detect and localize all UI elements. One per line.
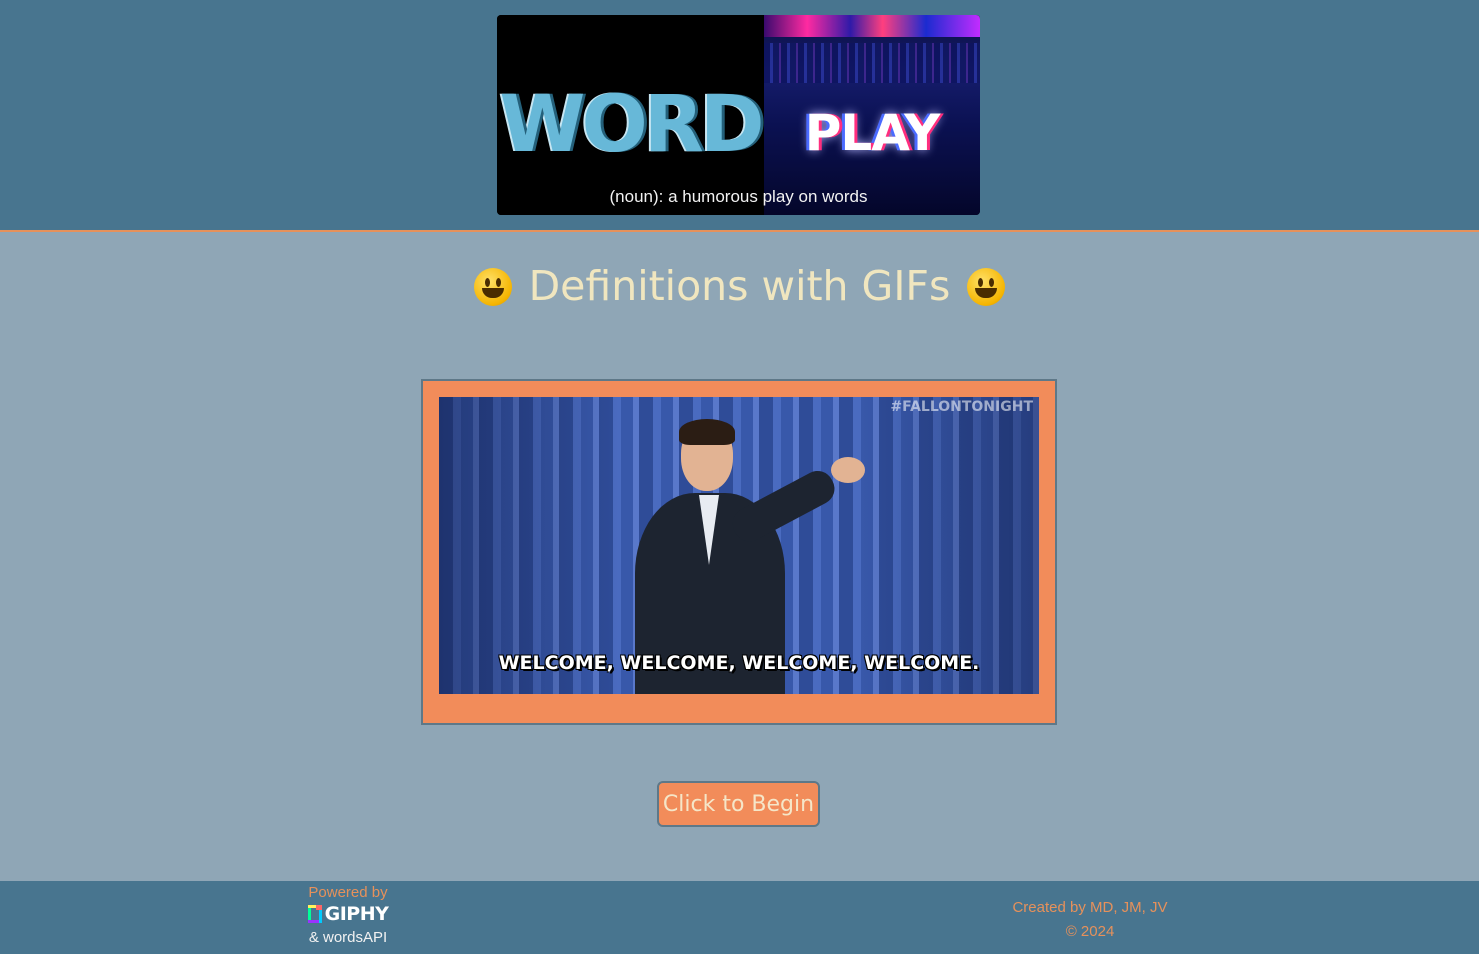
gif-frame: #FALLONTONIGHT WELCOME, WELCOME, WELCOME…	[421, 379, 1057, 725]
banner-definition: (noun): a humorous play on words	[609, 187, 868, 206]
page-title: Definitions with GIFs	[0, 262, 1479, 310]
word-panel: WORD	[497, 15, 765, 215]
play-panel: PLAY	[764, 15, 980, 215]
copyright-text: © 2024	[1065, 923, 1115, 940]
site-header: WORD PLAY (noun): a humorous play on wor…	[0, 0, 1479, 232]
attribution: Powered by GIPHY & wordsAPI	[248, 883, 448, 946]
giphy-icon	[307, 905, 322, 923]
play-logo: PLAY	[804, 104, 941, 162]
gif-caption: WELCOME, WELCOME, WELCOME, WELCOME.	[498, 652, 980, 674]
grinning-face-icon	[967, 268, 1006, 306]
grinning-face-icon	[473, 268, 512, 306]
site-footer: Powered by GIPHY & wordsAPI Created by M…	[0, 881, 1479, 954]
gif-watermark: #FALLONTONIGHT	[890, 399, 1033, 415]
begin-button[interactable]: Click to Begin	[657, 781, 820, 827]
static-effect	[764, 43, 980, 83]
glitch-effect	[764, 15, 980, 37]
wordsapi-label: & wordsAPI	[308, 929, 388, 946]
word-logo: WORD	[499, 75, 764, 175]
giphy-logo[interactable]: GIPHY	[248, 902, 448, 926]
powered-by-label: Powered by	[308, 884, 388, 901]
created-by-text: Created by MD, JM, JV	[1012, 899, 1168, 916]
page-title-text: Definitions with GIFs	[528, 262, 951, 310]
credits: Created by MD, JM, JV © 2024	[990, 896, 1190, 944]
wordplay-banner: WORD PLAY (noun): a humorous play on wor…	[497, 15, 980, 215]
welcome-gif: #FALLONTONIGHT WELCOME, WELCOME, WELCOME…	[439, 397, 1039, 694]
giphy-wordmark: GIPHY	[324, 903, 389, 925]
